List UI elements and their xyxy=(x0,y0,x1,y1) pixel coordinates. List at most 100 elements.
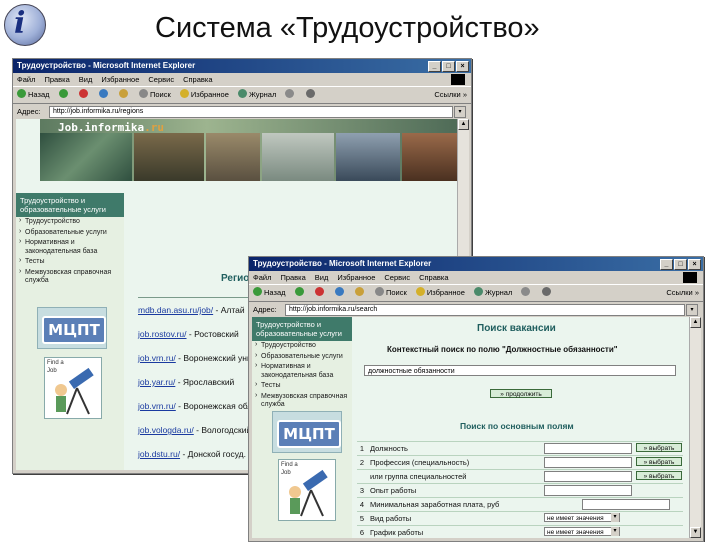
back-arrow-icon xyxy=(253,287,262,296)
window-title: Трудоустройство - Microsoft Internet Exp… xyxy=(253,259,432,268)
refresh-button[interactable] xyxy=(334,285,346,301)
menu-file[interactable]: Файл xyxy=(253,273,271,282)
text-field[interactable] xyxy=(544,457,632,468)
mcpt-logo[interactable]: МЦПТ xyxy=(37,307,107,349)
row-number: 2 xyxy=(359,458,365,467)
select-button[interactable]: » выбрать xyxy=(636,457,682,466)
sidebar-header: Трудоустройство и образовательные услуги xyxy=(16,193,124,217)
title-bar[interactable]: Трудоустройство - Microsoft Internet Exp… xyxy=(249,257,703,271)
links-button[interactable]: Ссылки » xyxy=(434,87,467,103)
site-name: Job.informika.ru xyxy=(58,121,164,134)
menu-edit[interactable]: Правка xyxy=(44,75,69,84)
address-input[interactable]: http://job.informika.ru/search xyxy=(285,304,685,316)
history-button[interactable]: Журнал xyxy=(473,285,512,301)
home-button[interactable] xyxy=(118,87,130,103)
close-icon[interactable]: × xyxy=(456,61,469,72)
sidebar-item-tests[interactable]: Тесты xyxy=(16,257,124,268)
menu-tools[interactable]: Сервис xyxy=(384,273,410,282)
row-number: 6 xyxy=(359,528,365,537)
title-bar[interactable]: Трудоустройство - Microsoft Internet Exp… xyxy=(13,59,471,73)
sidebar-item-employment[interactable]: Трудоустройство xyxy=(252,341,352,352)
sidebar-item-legal-base[interactable]: Нормативная и законодательная база xyxy=(252,362,352,381)
browser-window-search[interactable]: Трудоустройство - Microsoft Internet Exp… xyxy=(248,256,704,542)
select-button[interactable]: » выбрать xyxy=(636,471,682,480)
favorites-button[interactable]: Избранное xyxy=(179,87,229,103)
select-dropdown[interactable]: не имеет значения xyxy=(544,513,620,522)
find-a-job-image[interactable]: Find a Job xyxy=(44,357,102,419)
scroll-up-icon[interactable]: ▲ xyxy=(690,317,701,328)
sidebar-item-employment[interactable]: Трудоустройство xyxy=(16,217,124,228)
sidebar-item-tests[interactable]: Тесты xyxy=(252,381,352,392)
menu-file[interactable]: Файл xyxy=(17,75,35,84)
print-button[interactable] xyxy=(305,87,317,103)
region-link[interactable]: mdb.dan.asu.ru/job/ xyxy=(138,305,213,315)
text-field[interactable] xyxy=(582,499,670,510)
region-link[interactable]: job.vrn.ru/ xyxy=(138,353,176,363)
sidebar-item-education[interactable]: Образовательные услуги xyxy=(252,352,352,363)
page-content: Трудоустройство и образовательные услуги… xyxy=(252,317,689,538)
region-link[interactable]: job.yar.ru/ xyxy=(138,377,175,387)
header-photo xyxy=(262,133,334,181)
address-dropdown-icon[interactable]: ▾ xyxy=(686,304,698,316)
menu-favorites[interactable]: Избранное xyxy=(337,273,375,282)
print-button[interactable] xyxy=(541,285,553,301)
menu-help[interactable]: Справка xyxy=(183,75,212,84)
menu-edit[interactable]: Правка xyxy=(280,273,305,282)
menu-tools[interactable]: Сервис xyxy=(148,75,174,84)
sidebar-item-education[interactable]: Образовательные услуги xyxy=(16,228,124,239)
back-button[interactable]: Назад xyxy=(17,87,50,103)
search-button[interactable]: Поиск xyxy=(138,87,171,103)
forward-button[interactable] xyxy=(294,285,306,301)
scroll-up-icon[interactable]: ▲ xyxy=(458,119,469,130)
select-button[interactable]: » выбрать xyxy=(636,443,682,452)
minimize-icon[interactable]: _ xyxy=(660,259,673,270)
stop-button[interactable] xyxy=(78,87,90,103)
select-dropdown[interactable]: не имеет значения xyxy=(544,527,620,536)
scroll-down-icon[interactable]: ▼ xyxy=(690,527,701,538)
menu-help[interactable]: Справка xyxy=(419,273,448,282)
text-field[interactable] xyxy=(544,443,632,454)
search-icon xyxy=(138,89,148,98)
close-icon[interactable]: × xyxy=(688,259,701,270)
menu-view[interactable]: Вид xyxy=(79,75,93,84)
region-link[interactable]: job.vrn.ru/ xyxy=(138,401,176,411)
region-link[interactable]: job.rostov.ru/ xyxy=(138,329,187,339)
region-link[interactable]: job.vologda.ru/ xyxy=(138,425,194,435)
back-button[interactable]: Назад xyxy=(253,285,286,301)
text-field[interactable] xyxy=(544,471,632,482)
find-a-job-image[interactable]: Find a Job xyxy=(278,459,336,521)
minimize-icon[interactable]: _ xyxy=(428,61,441,72)
sidebar-item-reference-service[interactable]: Межвузовская справочная служба xyxy=(16,268,124,287)
refresh-icon xyxy=(334,287,344,296)
maximize-icon[interactable]: □ xyxy=(674,259,687,270)
history-button[interactable]: Журнал xyxy=(237,87,276,103)
menu-favorites[interactable]: Избранное xyxy=(101,75,139,84)
home-icon xyxy=(354,287,364,296)
links-button[interactable]: Ссылки » xyxy=(666,285,699,301)
mail-button[interactable] xyxy=(285,87,296,103)
address-dropdown-icon[interactable]: ▾ xyxy=(454,106,466,118)
search-field-row: 2 Профессия (специальность) xyxy=(357,455,683,469)
favorites-button[interactable]: Избранное xyxy=(415,285,465,301)
refresh-button[interactable] xyxy=(98,87,110,103)
print-icon xyxy=(541,287,551,296)
mcpt-logo-text: МЦПТ xyxy=(277,420,341,448)
mail-button[interactable] xyxy=(521,285,532,301)
page-title: Поиск вакансии xyxy=(477,323,556,334)
region-row: job.yar.ru/ - Ярославский xyxy=(138,377,234,387)
continue-button[interactable]: » продолжить xyxy=(490,389,552,398)
stop-button[interactable] xyxy=(314,285,326,301)
home-button[interactable] xyxy=(354,285,366,301)
text-field[interactable] xyxy=(544,485,632,496)
mcpt-logo[interactable]: МЦПТ xyxy=(272,411,342,453)
sidebar-item-reference-service[interactable]: Межвузовская справочная служба xyxy=(252,392,352,411)
context-search-input[interactable]: должностные обязанности xyxy=(364,365,676,376)
vertical-scrollbar[interactable]: ▲ ▼ xyxy=(689,317,701,538)
search-button[interactable]: Поиск xyxy=(374,285,407,301)
forward-button[interactable] xyxy=(58,87,70,103)
maximize-icon[interactable]: □ xyxy=(442,61,455,72)
sidebar-item-legal-base[interactable]: Нормативная и законодательная база xyxy=(16,238,124,257)
address-input[interactable]: http://job.informika.ru/regions xyxy=(49,106,453,118)
region-link[interactable]: job.dstu.ru/ xyxy=(138,449,180,459)
menu-view[interactable]: Вид xyxy=(315,273,329,282)
